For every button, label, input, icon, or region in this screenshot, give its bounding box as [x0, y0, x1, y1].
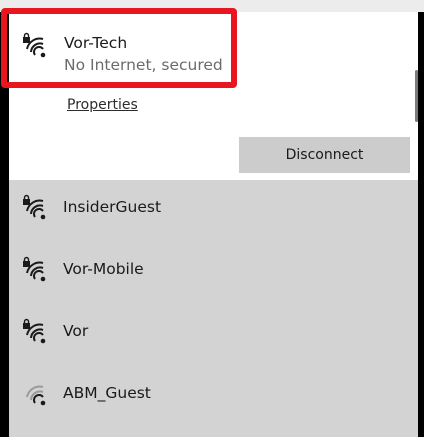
network-name: Vor [63, 322, 89, 340]
wifi-secured-icon [23, 194, 46, 220]
network-name: Vor-Mobile [63, 260, 144, 278]
network-item-vor[interactable]: Vor [9, 304, 418, 366]
network-item-abm-guest[interactable]: ABM_Guest [9, 366, 418, 428]
network-item-insiderguest[interactable]: InsiderGuest [9, 180, 418, 242]
wifi-secured-icon [23, 256, 46, 282]
wifi-flyout-panel: Vor-Tech No Internet, secured Properties… [0, 0, 424, 437]
available-networks-list: InsiderGuest Vor-Mobile Vor ABM_Guest [9, 180, 418, 437]
network-name: ABM_Guest [63, 384, 151, 402]
disconnect-button[interactable]: Disconnect [239, 137, 410, 173]
properties-link[interactable]: Properties [67, 97, 138, 113]
red-highlight-box [1, 8, 237, 88]
scrollbar-thumb[interactable] [415, 70, 418, 122]
network-name: InsiderGuest [63, 198, 162, 216]
wifi-secured-icon [23, 318, 46, 344]
network-item-vor-mobile[interactable]: Vor-Mobile [9, 242, 418, 304]
wifi-weak-icon [26, 385, 46, 406]
